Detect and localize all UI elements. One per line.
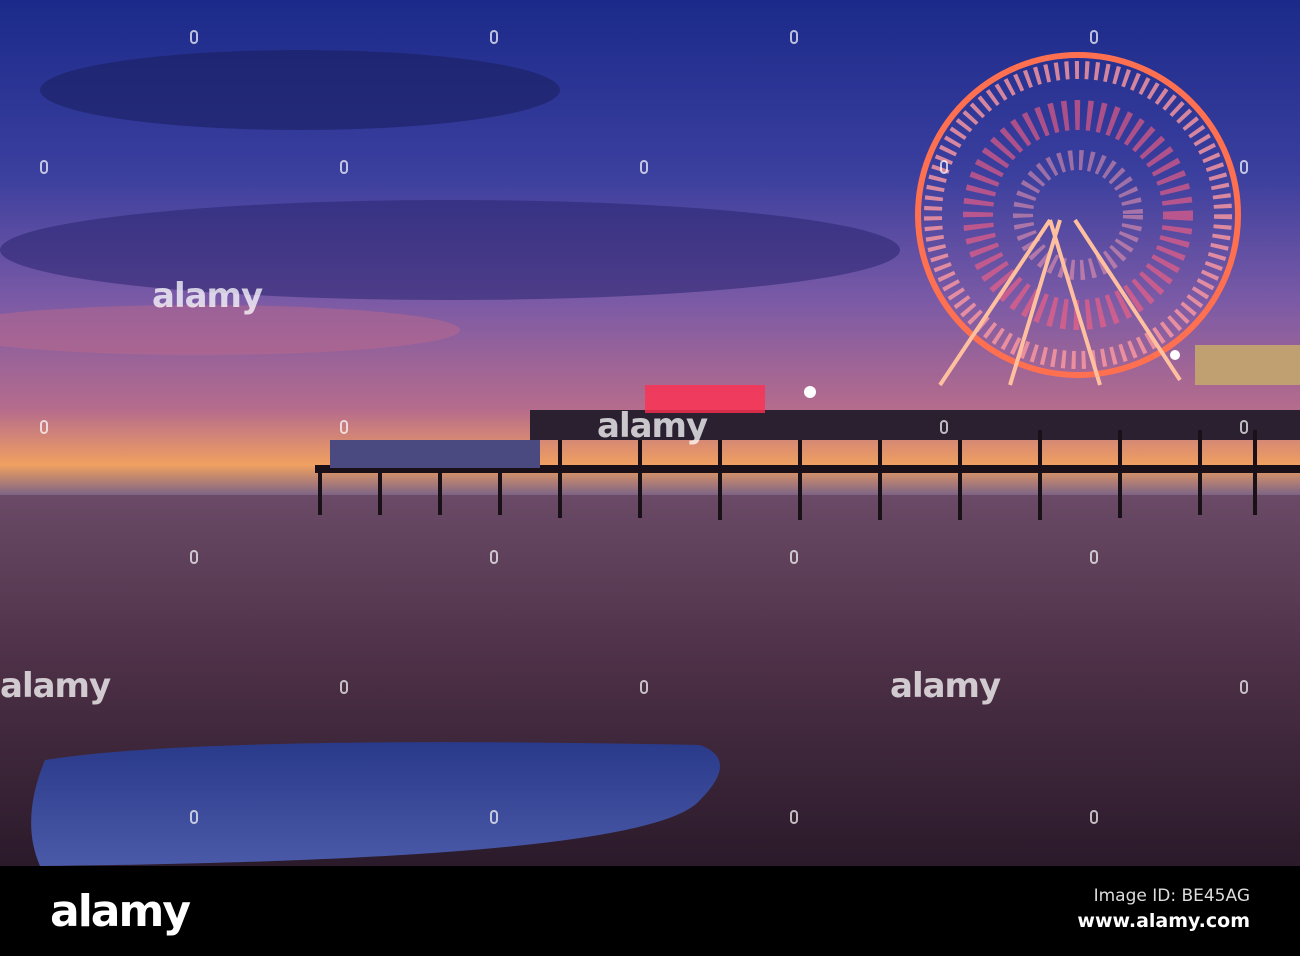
watermark-mark [1090, 550, 1098, 564]
watermark-mark [190, 550, 198, 564]
cloud [40, 50, 560, 130]
watermark-mark [940, 420, 948, 434]
footer-bar: alamy Image ID: BE45AG www.alamy.com [0, 866, 1300, 956]
watermark-mark [490, 550, 498, 564]
watermark: alamy [890, 666, 1001, 706]
watermark-mark [1240, 420, 1248, 434]
watermark-mark [1240, 680, 1248, 694]
watermark-mark [1090, 30, 1098, 44]
watermark-mark [190, 810, 198, 824]
watermark-mark [790, 30, 798, 44]
watermark: alamy [597, 406, 708, 446]
watermark: alamy [0, 666, 111, 706]
watermark: alamy [152, 276, 263, 316]
watermark-mark [340, 420, 348, 434]
image-id: Image ID: BE45AG [1093, 886, 1250, 906]
watermark-mark [340, 160, 348, 174]
watermark-mark [490, 810, 498, 824]
watermark-mark [40, 420, 48, 434]
watermark-mark [640, 680, 648, 694]
watermark-mark [340, 680, 348, 694]
watermark-mark [1240, 160, 1248, 174]
watermark-mark [490, 30, 498, 44]
cloud [0, 200, 900, 300]
watermark-mark [790, 550, 798, 564]
watermark-mark [640, 160, 648, 174]
alamy-logo: alamy [50, 886, 191, 937]
watermark-mark [940, 160, 948, 174]
watermark-mark [40, 160, 48, 174]
watermark-mark [790, 810, 798, 824]
watermark-mark [190, 30, 198, 44]
stock-photo: alamy alamy alamy alamy alamy Image ID: … [0, 0, 1300, 956]
light-flare [1170, 350, 1180, 360]
website-link: www.alamy.com [1077, 910, 1250, 932]
light-flare [804, 386, 816, 398]
watermark-mark [1090, 810, 1098, 824]
